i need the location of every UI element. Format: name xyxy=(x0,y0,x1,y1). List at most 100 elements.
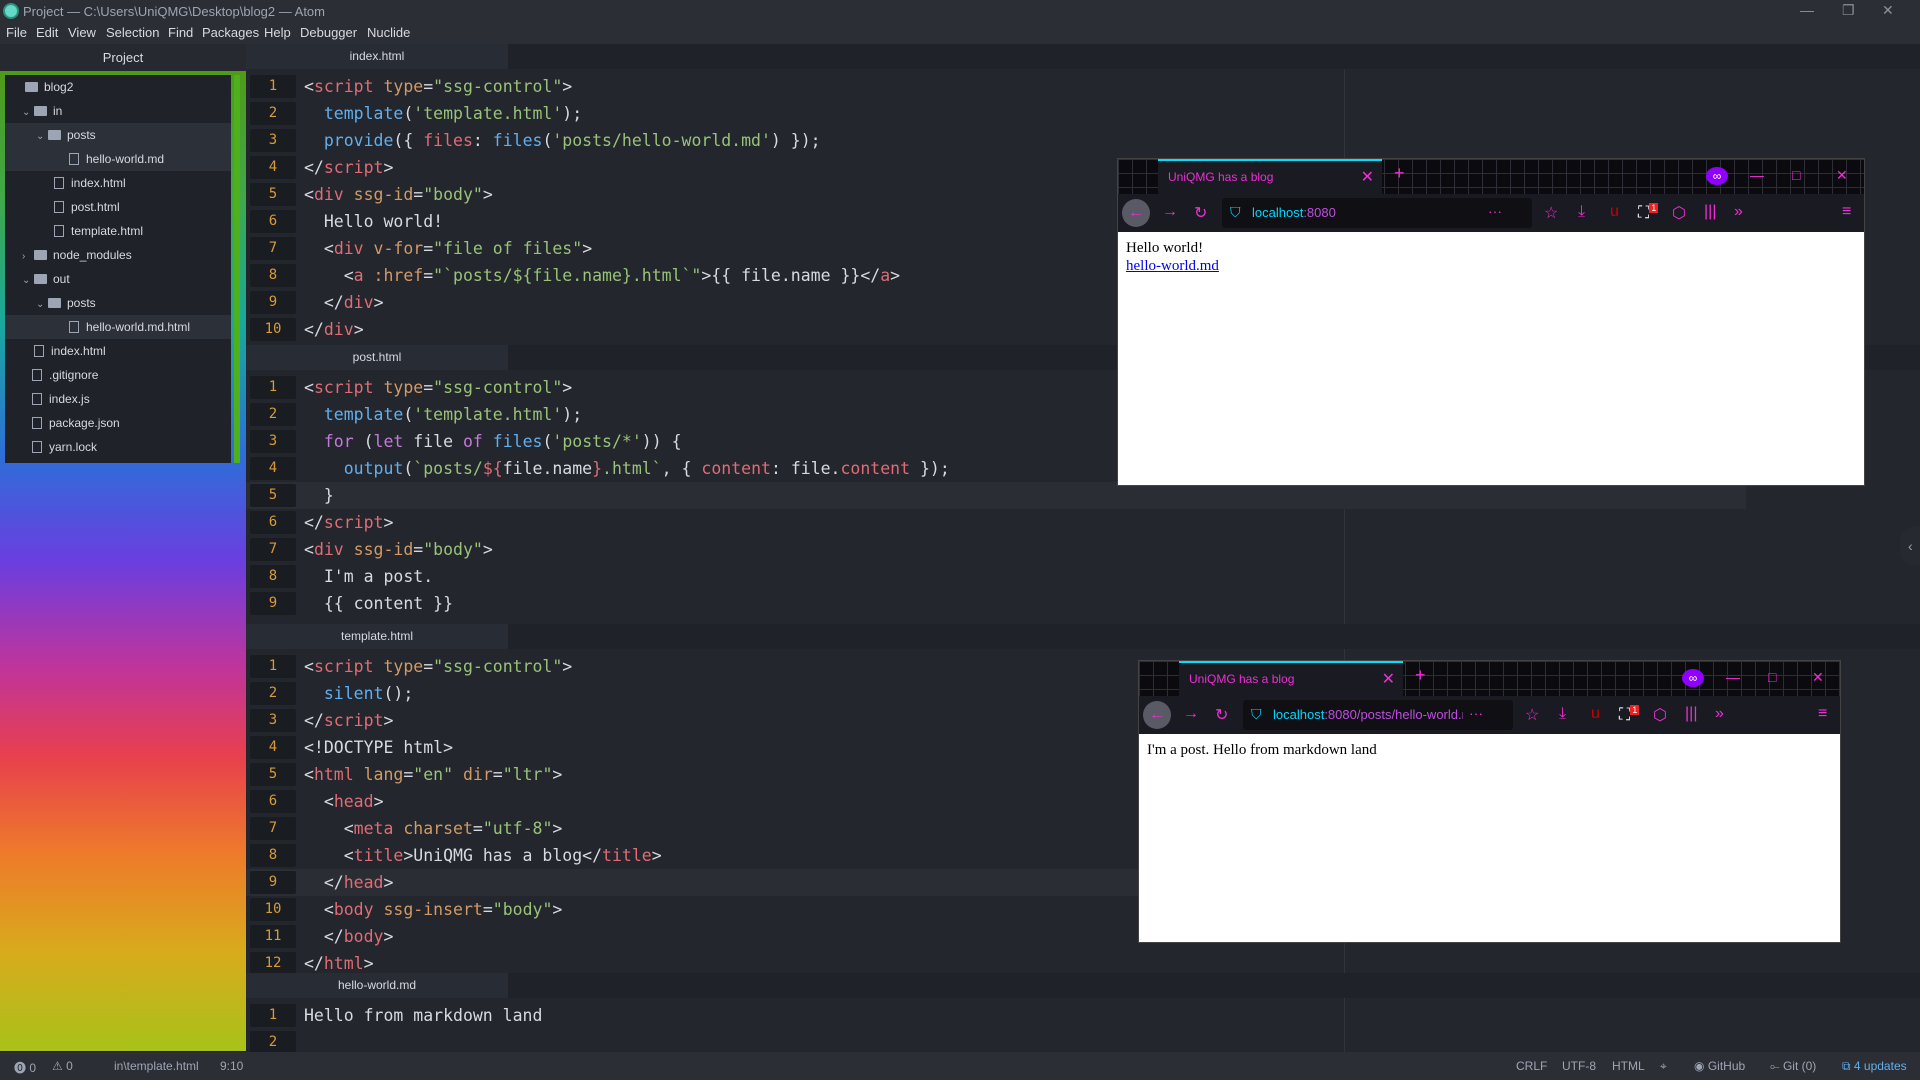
tree-item[interactable]: package.json xyxy=(5,411,231,435)
line-number[interactable]: 2 xyxy=(250,682,296,705)
url-text[interactable]: localhost:8080/posts/hello-world.md.h xyxy=(1273,707,1463,722)
close-tab-icon[interactable]: ✕ xyxy=(1382,663,1395,696)
broadcast-icon[interactable]: ⌖ xyxy=(1660,1059,1667,1074)
tree-item[interactable]: index.html xyxy=(5,171,231,195)
reload-button[interactable]: ↻ xyxy=(1194,203,1207,223)
warning-count[interactable]: ⚠ 0 xyxy=(52,1059,73,1073)
menu-nuclide[interactable]: Nuclide xyxy=(367,25,410,40)
tree-item[interactable]: post.html xyxy=(5,195,231,219)
line-number[interactable]: 2 xyxy=(250,102,296,125)
forward-button[interactable]: → xyxy=(1162,203,1178,221)
chevron-icon[interactable]: ⌄ xyxy=(22,269,34,293)
menu-help[interactable]: Help xyxy=(264,25,291,40)
line-number[interactable]: 9 xyxy=(250,871,296,894)
github-button[interactable]: ◉ GitHub xyxy=(1694,1059,1745,1073)
close-tab-icon[interactable]: ✕ xyxy=(1361,161,1374,194)
tree-item[interactable]: ⌄ posts xyxy=(5,291,231,315)
tree-item[interactable]: .gitignore xyxy=(5,363,231,387)
updates-button[interactable]: ⧉ 4 updates xyxy=(1842,1059,1907,1074)
overflow-menu-icon[interactable]: » xyxy=(1715,705,1724,723)
page-actions-icon[interactable]: ··· xyxy=(1469,705,1483,721)
line-number[interactable]: 11 xyxy=(250,925,296,948)
forward-button[interactable]: → xyxy=(1183,705,1199,723)
line-number[interactable]: 3 xyxy=(250,129,296,152)
cursor-position[interactable]: 9:10 xyxy=(220,1059,243,1073)
error-count[interactable]: ⓿ 0 xyxy=(14,1059,36,1076)
current-file-path[interactable]: in\template.html xyxy=(114,1059,199,1073)
line-number[interactable]: 3 xyxy=(250,430,296,453)
extensions-icon[interactable]: ⬡ xyxy=(1672,203,1686,223)
code-line[interactable]: 2 template('template.html'); xyxy=(246,100,1746,127)
back-button[interactable]: ← xyxy=(1122,199,1150,227)
tree-item[interactable]: blog2 xyxy=(5,75,231,99)
browser-minimize-button[interactable]: — xyxy=(1726,669,1740,685)
editor-tab[interactable]: index.html xyxy=(246,44,508,69)
chevron-icon[interactable]: ⌄ xyxy=(36,125,48,149)
url-bar[interactable]: ⛉ localhost:8080/posts/hello-world.md.h ··… xyxy=(1243,700,1513,730)
ublock-icon[interactable]: u xyxy=(1591,705,1600,723)
page-actions-icon[interactable]: ··· xyxy=(1488,203,1502,219)
tree-scrollbar[interactable] xyxy=(234,75,240,463)
line-number[interactable]: 8 xyxy=(250,565,296,588)
line-number[interactable]: 6 xyxy=(250,210,296,233)
grammar-selector[interactable]: HTML xyxy=(1612,1059,1645,1073)
new-tab-button[interactable]: + xyxy=(1415,665,1426,686)
library-icon[interactable]: ||| xyxy=(1704,203,1716,221)
tree-item[interactable]: › node_modules xyxy=(5,243,231,267)
new-tab-button[interactable]: + xyxy=(1394,163,1405,184)
ublock-icon[interactable]: u xyxy=(1610,203,1619,221)
menu-file[interactable]: File xyxy=(6,25,27,40)
line-number[interactable]: 8 xyxy=(250,264,296,287)
tree-item[interactable]: template.html xyxy=(5,219,231,243)
menu-packages[interactable]: Packages xyxy=(202,25,259,40)
tree-item[interactable]: hello-world.md.html xyxy=(5,315,231,339)
browser-maximize-button[interactable]: □ xyxy=(1768,669,1776,685)
line-number[interactable]: 4 xyxy=(250,156,296,179)
bookmark-star-icon[interactable]: ☆ xyxy=(1525,705,1539,725)
git-button[interactable]: ⟜ Git (0) xyxy=(1770,1059,1816,1074)
code-line[interactable]: 9 {{ content }} xyxy=(246,590,1746,617)
line-number[interactable]: 7 xyxy=(250,237,296,260)
bookmark-star-icon[interactable]: ☆ xyxy=(1544,203,1558,223)
code-line[interactable]: 7 <div ssg-id="body"> xyxy=(246,536,1746,563)
tree-view-header[interactable]: Project xyxy=(0,44,246,71)
menu-edit[interactable]: Edit xyxy=(36,25,58,40)
chevron-icon[interactable]: ⌄ xyxy=(36,293,48,317)
collapse-dock-icon[interactable]: ‹ xyxy=(1900,526,1920,566)
download-icon[interactable]: ⤓ xyxy=(1578,203,1585,221)
code-editor[interactable]: 1 Hello from markdown land 2 xyxy=(246,998,1920,1052)
line-number[interactable]: 1 xyxy=(250,75,296,98)
tree-item[interactable]: index.html xyxy=(5,339,231,363)
editor-tab[interactable]: template.html xyxy=(246,624,508,649)
line-number[interactable]: 5 xyxy=(250,183,296,206)
code-line[interactable]: 1 Hello from markdown land xyxy=(246,1002,1746,1029)
line-number[interactable]: 6 xyxy=(250,511,296,534)
browser-close-button[interactable]: ✕ xyxy=(1812,669,1824,686)
tree-item[interactable]: hello-world.md xyxy=(5,147,231,171)
extension-badge-icon[interactable]: ⛶ 1 xyxy=(1619,705,1640,724)
line-number[interactable]: 10 xyxy=(250,318,296,341)
chevron-icon[interactable]: › xyxy=(22,245,34,269)
line-ending-selector[interactable]: CRLF xyxy=(1516,1059,1547,1073)
tree-item[interactable]: ⌄ out xyxy=(5,267,231,291)
line-number[interactable]: 3 xyxy=(250,709,296,732)
line-number[interactable]: 7 xyxy=(250,538,296,561)
line-number[interactable]: 7 xyxy=(250,817,296,840)
extensions-icon[interactable]: ⬡ xyxy=(1653,705,1667,725)
hamburger-menu-icon[interactable]: ≡ xyxy=(1842,203,1851,221)
line-number[interactable]: 8 xyxy=(250,844,296,867)
menu-find[interactable]: Find xyxy=(168,25,193,40)
minimize-button[interactable]: — xyxy=(1800,2,1814,18)
line-number[interactable]: 1 xyxy=(250,655,296,678)
extension-badge-icon[interactable]: ⛶ 1 xyxy=(1638,203,1659,222)
hello-world-link[interactable]: hello-world.md xyxy=(1126,258,1219,275)
line-number[interactable]: 9 xyxy=(250,291,296,314)
url-text[interactable]: localhost:8080 xyxy=(1252,205,1482,220)
code-line[interactable]: 2 xyxy=(246,1029,1746,1052)
shield-icon[interactable]: ⛉ xyxy=(1230,204,1241,221)
line-number[interactable]: 2 xyxy=(250,1031,296,1052)
library-icon[interactable]: ||| xyxy=(1685,705,1697,723)
editor-tab[interactable]: hello-world.md xyxy=(246,973,508,998)
line-number[interactable]: 6 xyxy=(250,790,296,813)
download-icon[interactable]: ⤓ xyxy=(1559,705,1566,723)
